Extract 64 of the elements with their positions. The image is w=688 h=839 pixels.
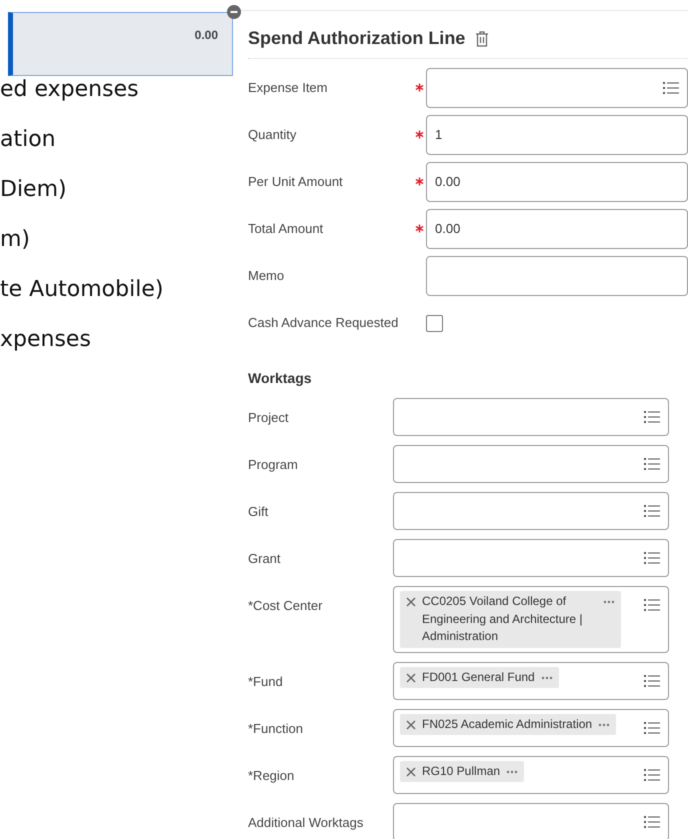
field-label: *Region — [248, 766, 296, 785]
list-icon[interactable] — [644, 410, 660, 424]
close-icon[interactable] — [406, 672, 416, 682]
close-icon[interactable] — [406, 597, 416, 607]
tag-chip[interactable]: RG10 Pullman — [400, 760, 524, 782]
list-icon[interactable] — [644, 720, 660, 734]
field-label: Total Amount — [248, 220, 324, 238]
list-icon[interactable] — [644, 457, 660, 471]
list-icon[interactable] — [663, 81, 679, 95]
input-field[interactable] — [393, 492, 669, 530]
input-field[interactable]: 0.00 — [426, 162, 688, 202]
panel-title: Spend Authorization Line — [248, 27, 466, 50]
text-line: te Automobile) — [0, 276, 164, 304]
input-field[interactable] — [393, 398, 669, 436]
list-icon[interactable] — [644, 814, 660, 828]
input-field[interactable] — [426, 68, 688, 108]
field-label: Per Unit Amount — [248, 173, 344, 192]
list-icon[interactable] — [644, 598, 660, 612]
input-field[interactable]: CC0205 Voiland College of Engineering and Architecture | Administration — [393, 586, 669, 652]
input-field[interactable] — [393, 539, 669, 577]
list-icon[interactable] — [644, 504, 660, 518]
text-line: Diem) — [0, 176, 68, 204]
amount-value: 0.00 — [194, 27, 218, 44]
field-label: Additional Worktags — [248, 814, 364, 832]
tag-chip[interactable]: FD001 General Fund — [400, 666, 559, 688]
field-label: Gift — [248, 503, 270, 521]
amount-field[interactable]: 0.00 — [8, 12, 233, 76]
checkbox[interactable] — [426, 314, 443, 332]
remove-icon[interactable] — [227, 5, 241, 19]
more-icon[interactable] — [598, 722, 610, 726]
field-label: *Fund — [248, 672, 284, 690]
input-field[interactable] — [393, 445, 669, 483]
field-label: Quantity — [248, 126, 298, 144]
input-field[interactable]: 1 — [426, 115, 688, 155]
tag-chip[interactable]: FN025 Academic Administration — [400, 714, 616, 735]
input-field[interactable] — [393, 802, 669, 839]
input-field[interactable] — [426, 256, 688, 296]
more-icon[interactable] — [506, 770, 518, 774]
field-label: Cash Advance Requested — [248, 314, 400, 332]
close-icon[interactable] — [406, 720, 416, 730]
field-label: *Cost Center — [248, 597, 324, 615]
list-icon[interactable] — [644, 768, 660, 782]
text-line: ation — [0, 126, 57, 154]
field-label: Expense Item — [248, 79, 328, 98]
field-label: Program — [248, 456, 299, 474]
more-icon[interactable] — [603, 600, 615, 604]
input-field[interactable]: RG10 Pullman — [393, 756, 669, 794]
more-icon[interactable] — [540, 676, 553, 680]
input-field[interactable]: FN025 Academic Administration — [393, 708, 669, 746]
list-icon[interactable] — [644, 674, 660, 688]
input-field[interactable]: 0.00 — [426, 209, 688, 249]
text-line: m) — [0, 226, 32, 254]
field-label: *Function — [248, 720, 304, 738]
field-label: Project — [248, 409, 290, 427]
tag-chip[interactable]: CC0205 Voiland College of Engineering and Architecture | Administration — [400, 591, 621, 648]
section-heading: Worktags — [248, 369, 313, 388]
input-field[interactable]: FD001 General Fund — [393, 662, 669, 700]
list-icon[interactable] — [644, 551, 660, 565]
text-line: ed expenses — [0, 76, 140, 104]
text-line: xpenses — [0, 326, 92, 354]
close-icon[interactable] — [406, 766, 416, 776]
field-label: Grant — [248, 550, 282, 568]
trash-icon[interactable] — [475, 30, 490, 46]
field-label: Memo — [248, 267, 286, 286]
